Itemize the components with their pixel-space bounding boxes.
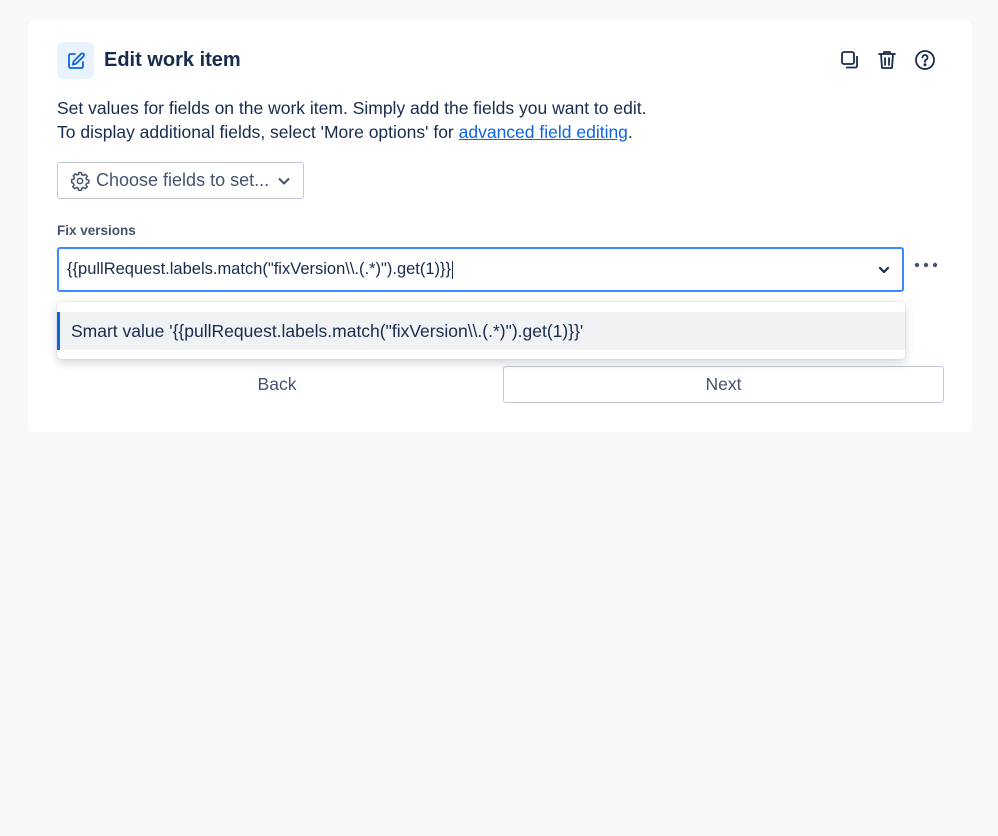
- description: Set values for fields on the work item. …: [57, 96, 937, 144]
- fix-versions-dropdown-toggle[interactable]: [874, 260, 894, 280]
- fix-versions-value[interactable]: {{pullRequest.labels.match("fixVersion\\…: [67, 260, 451, 279]
- fix-versions-dropdown-menu: Smart value '{{pullRequest.labels.match(…: [57, 302, 905, 359]
- help-button[interactable]: [913, 48, 937, 72]
- description-prefix: To display additional fields, select 'Mo…: [57, 122, 459, 142]
- gear-icon: [70, 171, 90, 191]
- more-options-button[interactable]: [912, 253, 940, 277]
- next-button[interactable]: Next: [503, 366, 944, 403]
- description-line-1: Set values for fields on the work item. …: [57, 98, 647, 118]
- edit-work-item-panel: Edit work item Set values for fields on …: [28, 20, 972, 432]
- dropdown-option-smart-value[interactable]: Smart value '{{pullRequest.labels.match(…: [57, 312, 905, 350]
- advanced-field-editing-link[interactable]: advanced field editing: [459, 122, 628, 142]
- panel-title: Edit work item: [104, 49, 241, 71]
- chevron-down-icon: [278, 177, 290, 184]
- fix-versions-label: Fix versions: [57, 223, 136, 238]
- more-icon: [914, 262, 938, 268]
- fix-versions-input[interactable]: {{pullRequest.labels.match("fixVersion\\…: [57, 247, 904, 292]
- chevron-down-icon: [878, 266, 890, 274]
- description-suffix: .: [627, 122, 633, 142]
- delete-button[interactable]: [875, 48, 899, 72]
- text-cursor: [452, 260, 454, 279]
- back-button[interactable]: Back: [57, 366, 497, 403]
- edit-icon: [57, 42, 94, 79]
- copy-button[interactable]: [838, 48, 862, 72]
- description-line-2: To display additional fields, select 'Mo…: [57, 120, 937, 144]
- choose-fields-label: Choose fields to set...: [96, 170, 270, 190]
- choose-fields-button[interactable]: Choose fields to set...: [57, 162, 304, 199]
- trash-icon: [878, 51, 896, 69]
- help-icon: [915, 50, 935, 70]
- copy-icon: [841, 51, 858, 69]
